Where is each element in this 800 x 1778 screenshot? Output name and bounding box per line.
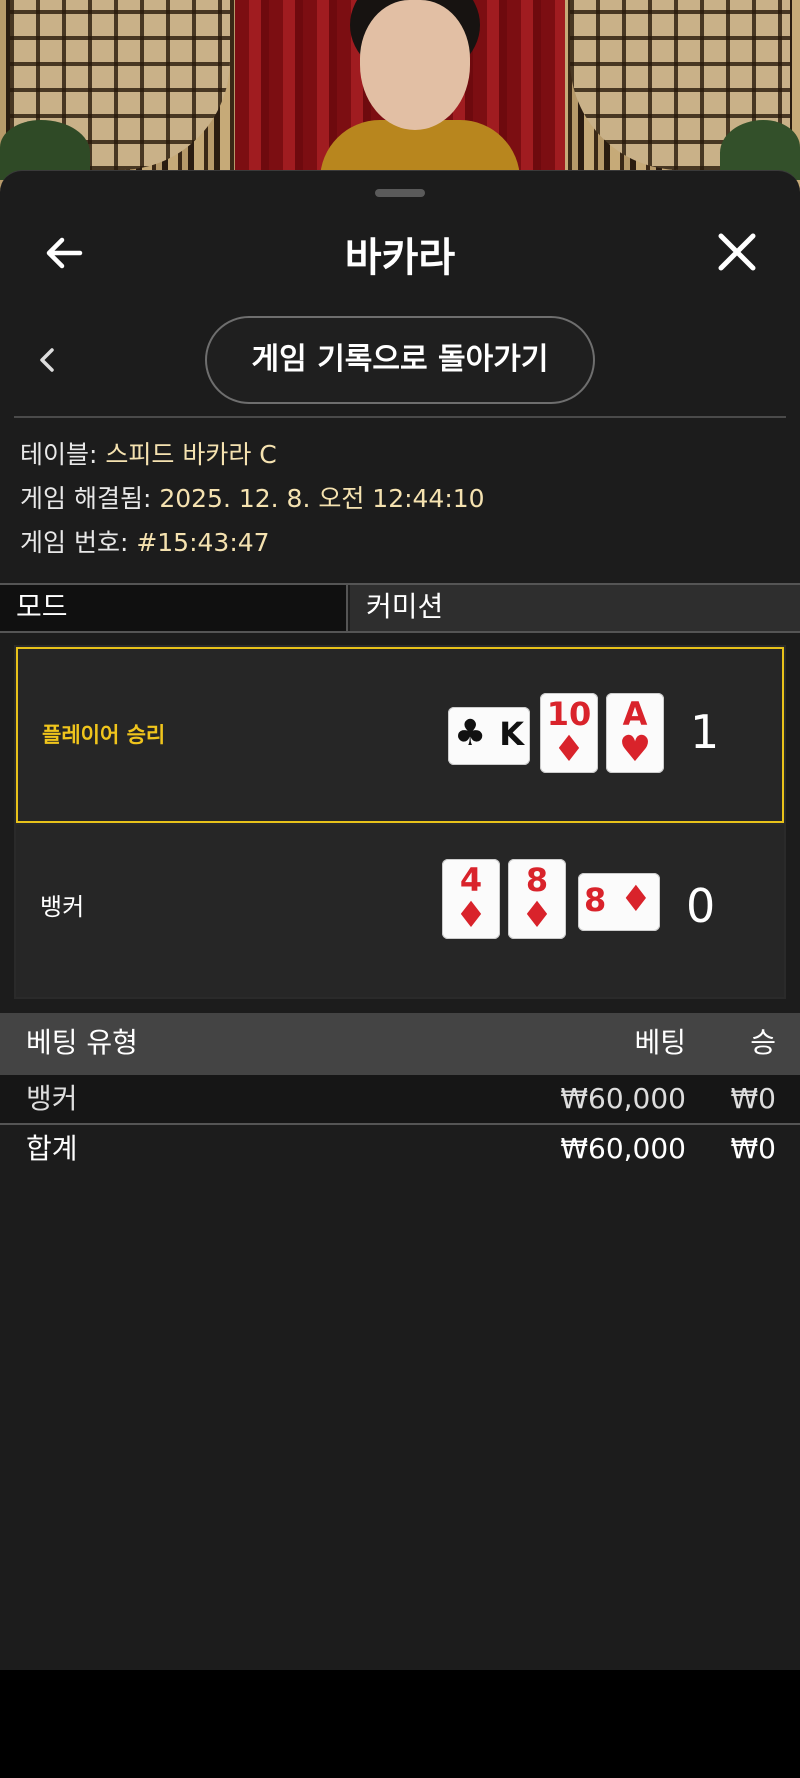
card-rank: 4 [459, 861, 483, 899]
player-result-panel: 플레이어 승리 ♣ K 10 ♦ A ♥ 1 [16, 647, 784, 823]
banker-result-panel: 뱅커 4 ♦ 8 ♦ ♦ 8 0 [16, 825, 784, 997]
result-area: 플레이어 승리 ♣ K 10 ♦ A ♥ 1 뱅커 4 ♦ 8 ♦ ♦ 8 0 [14, 645, 786, 999]
total-win: ₩0 [730, 1132, 777, 1165]
info-resolved-line: 게임 해결됨: 2025. 12. 8. 오전 12:44:10 [20, 477, 485, 521]
diamond-suit-icon: ♦ [454, 895, 488, 936]
bet-type-cell: 뱅커 [26, 1082, 78, 1115]
table-label: 테이블: [20, 440, 98, 469]
heart-suit-icon: ♥ [618, 729, 652, 770]
mode-row: 모드 커미션 [0, 583, 800, 633]
game-number-label: 게임 번호: [20, 528, 129, 557]
resolved-value: 2025. 12. 8. 오전 12:44:10 [159, 484, 485, 513]
divider [14, 416, 786, 418]
resolved-label: 게임 해결됨: [20, 484, 152, 513]
player-score: 1 [690, 705, 720, 759]
history-nav: 게임 기록으로 돌아가기 [0, 316, 800, 406]
banker-card-2: 8 ♦ [508, 859, 566, 939]
bet-amount-cell: ₩60,000 [560, 1082, 686, 1115]
total-bet: ₩60,000 [560, 1132, 686, 1165]
bet-table-header: 베팅 유형 베팅 승 [0, 1013, 800, 1075]
chevron-left-icon[interactable] [30, 342, 66, 378]
player-card-2: 10 ♦ [540, 693, 598, 773]
page-title: 바카라 [344, 235, 456, 281]
game-number-value: #15:43:47 [136, 528, 270, 557]
mode-value: 커미션 [350, 585, 800, 631]
close-icon[interactable] [714, 229, 760, 275]
diamond-suit-icon: ♦ [619, 879, 652, 920]
header-bet: 베팅 [634, 1026, 686, 1059]
club-suit-icon: ♣ [454, 713, 487, 754]
header-bet-type: 베팅 유형 [26, 1026, 138, 1059]
win-amount-cell: ₩0 [730, 1082, 777, 1115]
player-card-1: ♣ K [448, 707, 530, 765]
table-row: 뱅커 ₩60,000 ₩0 [0, 1075, 800, 1123]
game-detail-sheet: 바카라 게임 기록으로 돌아가기 테이블: 스피드 바카라 C 게임 해결됨: … [0, 170, 800, 1670]
total-label: 합계 [26, 1132, 78, 1165]
bottom-system-bar [0, 1670, 800, 1778]
header-win: 승 [750, 1026, 776, 1059]
banker-score: 0 [686, 879, 716, 933]
diamond-suit-icon: ♦ [520, 895, 554, 936]
banker-card-3: ♦ 8 [578, 873, 660, 931]
banker-label: 뱅커 [40, 893, 85, 921]
back-to-history-button[interactable]: 게임 기록으로 돌아가기 [205, 316, 595, 404]
player-card-3: A ♥ [606, 693, 664, 773]
sheet-header: 바카라 [0, 211, 800, 291]
card-rank: K [499, 715, 524, 753]
card-rank: A [622, 695, 648, 733]
table-value: 스피드 바카라 C [105, 440, 277, 469]
sheet-grab-handle[interactable] [375, 189, 425, 197]
diamond-suit-icon: ♦ [552, 729, 586, 770]
banker-card-1: 4 ♦ [442, 859, 500, 939]
dealer-face [360, 0, 470, 130]
info-game-number-line: 게임 번호: #15:43:47 [20, 521, 485, 565]
card-rank: 8 [525, 861, 549, 899]
total-row: 합계 ₩60,000 ₩0 [0, 1125, 800, 1173]
card-rank: 8 [584, 881, 607, 919]
card-rank: 10 [546, 695, 592, 733]
player-win-label: 플레이어 승리 [42, 723, 166, 747]
mode-label: 모드 [0, 585, 348, 631]
game-info: 테이블: 스피드 바카라 C 게임 해결됨: 2025. 12. 8. 오전 1… [20, 433, 485, 565]
info-table-line: 테이블: 스피드 바카라 C [20, 433, 485, 477]
